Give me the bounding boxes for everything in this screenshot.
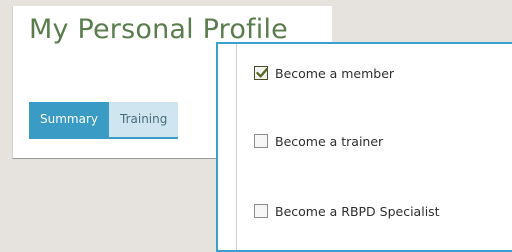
trainer-label: Become a trainer: [275, 133, 384, 149]
options-panel: Become a member Become a trainer Become …: [216, 42, 512, 252]
tab-training[interactable]: Training: [109, 102, 179, 137]
profile-tabs: Summary Training: [29, 102, 179, 139]
member-label: Become a member: [275, 65, 395, 81]
option-become-member[interactable]: Become a member: [254, 64, 394, 82]
tab-summary[interactable]: Summary: [29, 102, 109, 137]
check-icon: [256, 68, 268, 78]
page-title: My Personal Profile: [29, 14, 288, 45]
trainer-checkbox[interactable]: [254, 134, 268, 148]
rbpd-specialist-checkbox[interactable]: [254, 204, 268, 218]
option-become-rbpd-specialist[interactable]: Become a RBPD Specialist: [254, 202, 440, 220]
member-checkbox[interactable]: [254, 66, 268, 80]
option-become-trainer[interactable]: Become a trainer: [254, 132, 383, 150]
rbpd-specialist-label: Become a RBPD Specialist: [275, 203, 440, 219]
panel-divider: [236, 44, 237, 250]
